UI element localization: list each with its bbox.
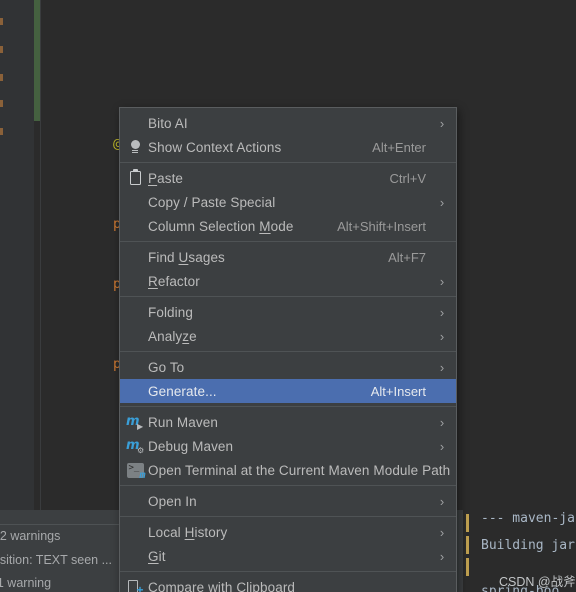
gutter-marker: [0, 74, 3, 81]
menu-item-label: Paste: [148, 170, 184, 186]
chevron-right-icon: ›: [439, 438, 445, 454]
maven-console[interactable]: --- maven-jar- Building jar: spring-boo …: [463, 510, 576, 592]
menu-item-compare-with-clipboard[interactable]: + Compare with Clipboard: [120, 575, 456, 592]
warning-line: th 2 warnings: [0, 529, 61, 543]
menu-separator: [120, 162, 456, 163]
menu-separator: [120, 296, 456, 297]
menu-item-copy-paste-special[interactable]: Copy / Paste Special ›: [120, 190, 456, 214]
compare-clipboard-icon: +: [122, 577, 148, 592]
chevron-right-icon: ›: [439, 115, 445, 131]
menu-separator: [120, 571, 456, 572]
menu-item-shortcut: Alt+Enter: [372, 139, 426, 155]
menu-item-bito-ai[interactable]: Bito AI ›: [120, 111, 456, 135]
blank-icon: [122, 326, 148, 346]
csdn-watermark: CSDN @战斧: [499, 575, 576, 589]
blank-icon: [122, 192, 148, 212]
menu-item-shortcut: Alt+F7: [388, 249, 426, 265]
menu-item-label: Debug Maven: [148, 438, 234, 454]
inspection-results-panel[interactable]: th 2 warnings position: TEXT seen ... T …: [0, 510, 122, 592]
menu-item-paste[interactable]: Paste Ctrl+V: [120, 166, 456, 190]
blank-icon: [122, 546, 148, 566]
console-fold-bar: [466, 558, 469, 576]
editor-gutter[interactable]: [0, 0, 34, 510]
menu-separator: [120, 485, 456, 486]
menu-item-git[interactable]: Git ›: [120, 544, 456, 568]
menu-item-analyze[interactable]: Analyze ›: [120, 324, 456, 348]
blank-icon: [122, 302, 148, 322]
menu-separator: [120, 241, 456, 242]
console-line: Building jar:: [481, 538, 576, 553]
chevron-right-icon: ›: [439, 548, 445, 564]
blank-icon: [122, 357, 148, 377]
menu-item-label: Bito AI: [148, 115, 188, 131]
chevron-right-icon: ›: [439, 414, 445, 430]
menu-item-shortcut: Ctrl+V: [389, 170, 426, 186]
blank-icon: [122, 271, 148, 291]
menu-item-generate[interactable]: Generate... Alt+Insert: [120, 379, 456, 403]
chevron-right-icon: ›: [439, 359, 445, 375]
warning-line: T 1 warning: [0, 576, 52, 590]
chevron-right-icon: ›: [439, 194, 445, 210]
menu-item-find-usages[interactable]: Find Usages Alt+F7: [120, 245, 456, 269]
chevron-right-icon: ›: [439, 524, 445, 540]
clipboard-icon: [122, 168, 148, 188]
menu-item-go-to[interactable]: Go To ›: [120, 355, 456, 379]
menu-item-open-terminal-at-maven-module[interactable]: >_ m Open Terminal at the Current Maven M…: [120, 458, 456, 482]
menu-item-label: Git: [148, 548, 166, 564]
ide-window: @Data public class Crea { private String…: [0, 0, 576, 592]
terminal-maven-icon: >_ m: [126, 462, 146, 481]
chevron-right-icon: ›: [439, 493, 445, 509]
maven-debug-icon: m ⚙: [126, 438, 145, 455]
maven-run-icon: m ▶: [126, 414, 144, 431]
blank-icon: [122, 491, 148, 511]
menu-item-label: Open Terminal at the Current Maven Modul…: [148, 462, 451, 478]
gutter-marker: [0, 128, 3, 135]
menu-item-label: Column Selection Mode: [148, 218, 294, 234]
blank-icon: [122, 381, 148, 401]
menu-item-shortcut: Alt+Insert: [370, 383, 426, 399]
menu-item-label: Copy / Paste Special: [148, 194, 276, 210]
gutter-marker: [0, 46, 3, 53]
menu-item-label: Analyze: [148, 328, 197, 344]
blank-icon: [122, 247, 148, 267]
menu-separator: [120, 406, 456, 407]
menu-item-shortcut: Alt+Shift+Insert: [337, 218, 426, 234]
menu-item-refactor[interactable]: Refactor ›: [120, 269, 456, 293]
menu-item-label: Compare with Clipboard: [148, 579, 296, 592]
menu-item-column-selection-mode[interactable]: Column Selection Mode Alt+Shift+Insert: [120, 214, 456, 238]
menu-item-label: Refactor: [148, 273, 200, 289]
blank-icon: [122, 216, 148, 236]
menu-item-show-context-actions[interactable]: Show Context Actions Alt+Enter: [120, 135, 456, 159]
menu-item-label: Local History: [148, 524, 228, 540]
chevron-right-icon: ›: [439, 273, 445, 289]
menu-item-folding[interactable]: Folding ›: [120, 300, 456, 324]
menu-item-label: Run Maven: [148, 414, 218, 430]
panel-divider: [0, 524, 122, 525]
chevron-right-icon: ›: [439, 328, 445, 344]
menu-item-label: Show Context Actions: [148, 139, 282, 155]
menu-item-label: Find Usages: [148, 249, 225, 265]
console-fold-bar: [466, 514, 469, 532]
lightbulb-icon: [122, 137, 148, 157]
menu-item-debug-maven[interactable]: m ⚙ Debug Maven ›: [120, 434, 456, 458]
menu-item-local-history[interactable]: Local History ›: [120, 520, 456, 544]
blank-icon: [122, 522, 148, 542]
menu-separator: [120, 516, 456, 517]
menu-item-open-in[interactable]: Open In ›: [120, 489, 456, 513]
menu-item-label: Folding: [148, 304, 193, 320]
warning-line: position: TEXT seen ...: [0, 553, 112, 567]
console-line: --- maven-jar-: [481, 511, 576, 526]
menu-item-label: Go To: [148, 359, 185, 375]
menu-item-label: Open In: [148, 493, 197, 509]
editor-context-menu[interactable]: Bito AI › Show Context Actions Alt+Enter…: [119, 107, 457, 592]
gutter-marker: [0, 100, 3, 107]
menu-separator: [120, 351, 456, 352]
menu-item-label: Generate...: [148, 383, 217, 399]
gutter-marker: [0, 18, 3, 25]
blank-icon: [122, 113, 148, 133]
chevron-right-icon: ›: [439, 304, 445, 320]
console-fold-bar: [466, 536, 469, 554]
menu-item-run-maven[interactable]: m ▶ Run Maven ›: [120, 410, 456, 434]
